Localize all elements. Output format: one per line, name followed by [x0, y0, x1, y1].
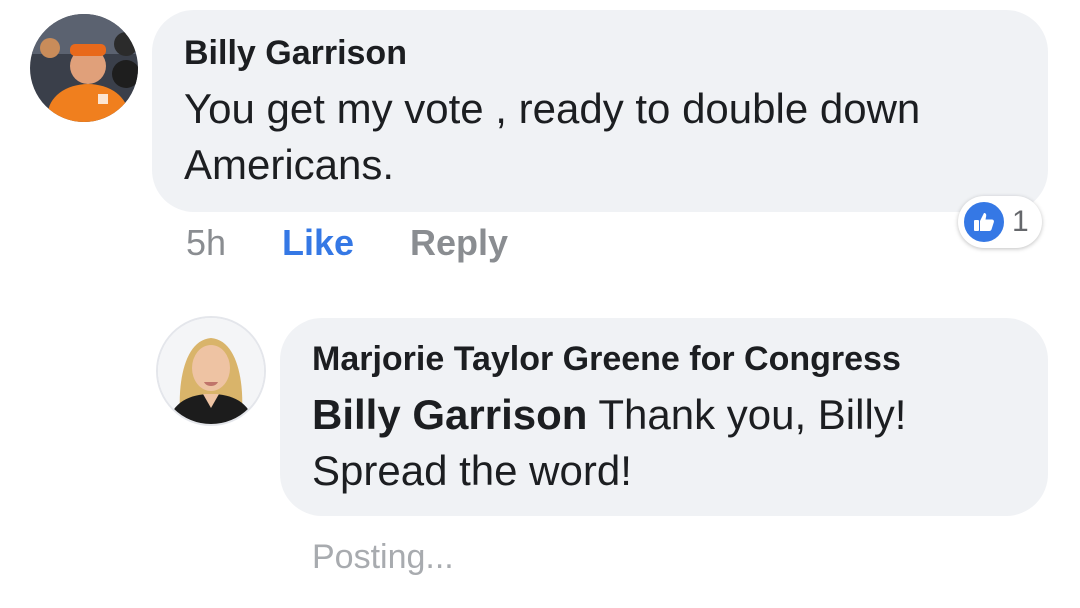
reply-button[interactable]: Reply	[410, 222, 508, 264]
comment-text-line-2: Americans.	[184, 141, 395, 188]
like-button[interactable]: Like	[282, 222, 354, 264]
reply-author-avatar[interactable]	[158, 318, 264, 424]
reaction-summary[interactable]: 1	[958, 196, 1042, 248]
avatar-photo-icon	[30, 14, 138, 122]
reply-text-line-1: Billy Garrison Thank you, Billy!	[312, 387, 906, 443]
reply-mention-link[interactable]: Billy Garrison	[312, 391, 587, 438]
comment-timestamp: 5h	[186, 222, 227, 263]
reply-bubble: Marjorie Taylor Greene for Congress Bill…	[280, 318, 1048, 516]
reply-text-line-1-rest: Thank you, Billy!	[587, 391, 907, 438]
reply-text-line-2: Spread the word!	[312, 447, 632, 494]
comment-text-line-1: You get my vote , ready to double down	[184, 85, 921, 132]
reaction-count: 1	[1012, 205, 1029, 238]
comment-author-name[interactable]: Billy Garrison	[184, 34, 407, 73]
comment-bubble: Billy Garrison You get my vote , ready t…	[152, 10, 1048, 212]
avatar-photo-icon	[158, 318, 264, 424]
thumbs-up-icon	[962, 200, 1006, 244]
comment-author-avatar[interactable]	[30, 14, 138, 122]
posting-status: Posting...	[312, 538, 454, 576]
reply-author-name[interactable]: Marjorie Taylor Greene for Congress	[312, 340, 901, 379]
